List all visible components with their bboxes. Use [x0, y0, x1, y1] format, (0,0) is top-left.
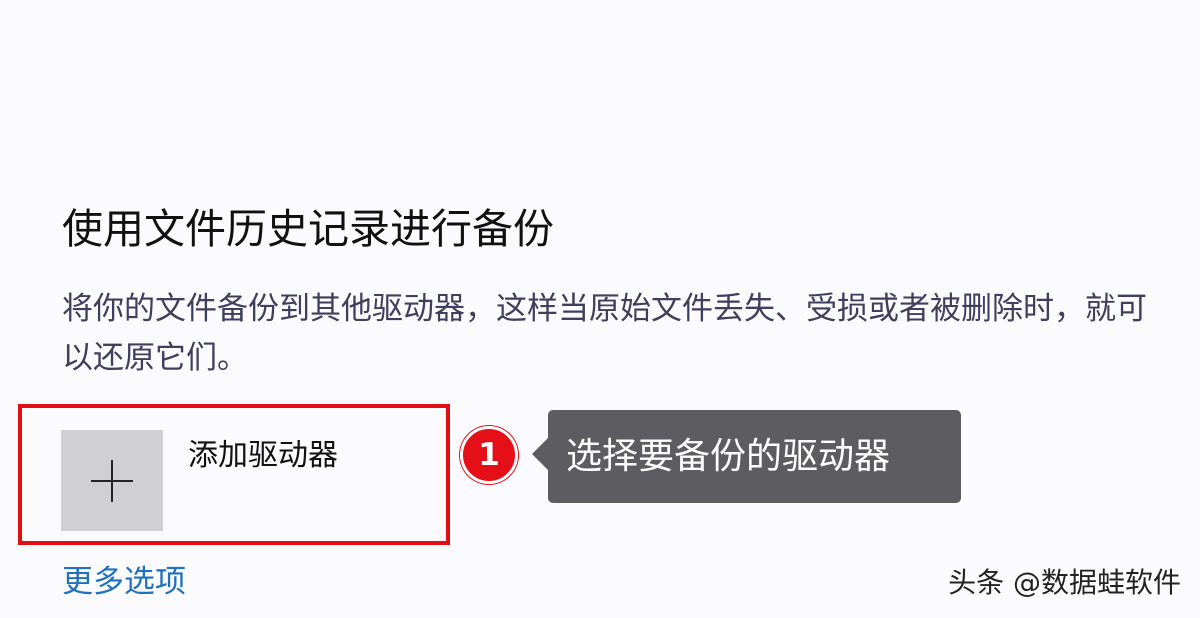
file-history-backup-page: 使用文件历史记录进行备份 将你的文件备份到其他驱动器，这样当原始文件丢失、受损或… — [0, 0, 1200, 618]
instruction-tooltip: 选择要备份的驱动器 — [548, 410, 961, 503]
add-drive-label[interactable]: 添加驱动器 — [188, 436, 338, 476]
plus-icon — [91, 459, 133, 502]
backup-section-title: 使用文件历史记录进行备份 — [62, 205, 554, 253]
more-options-link[interactable]: 更多选项 — [62, 562, 186, 602]
backup-section-description: 将你的文件备份到其他驱动器，这样当原始文件丢失、受损或者被删除时，就可以还原它们… — [62, 291, 1147, 376]
watermark-text: 头条 @数据蛙软件 — [948, 566, 1181, 599]
add-drive-button[interactable] — [61, 430, 163, 531]
step-number-badge: 1 — [460, 426, 518, 484]
